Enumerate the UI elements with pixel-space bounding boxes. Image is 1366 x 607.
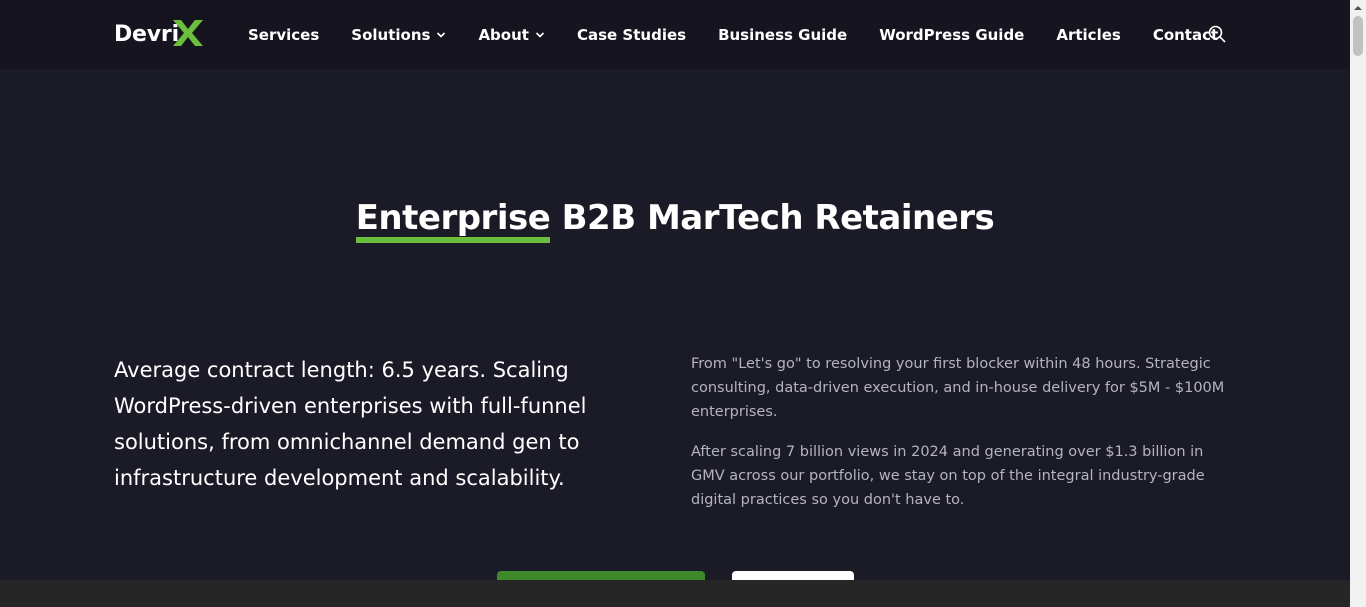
bottom-bar: [0, 580, 1350, 607]
nav-item-solutions[interactable]: Solutions: [335, 0, 462, 69]
nav-item-label: Business Guide: [718, 25, 848, 44]
nav-item-wordpress-guide[interactable]: WordPress Guide: [863, 0, 1040, 69]
title-rest: B2B MarTech Retainers: [561, 198, 995, 238]
nav-item-label: WordPress Guide: [879, 25, 1025, 44]
nav-item-services[interactable]: Services: [232, 0, 335, 69]
main-nav: Services Solutions About Case Studies Bu…: [232, 0, 1234, 69]
description-paragraph: After scaling 7 billion views in 2024 an…: [691, 444, 1205, 508]
title-highlight: Enterprise: [355, 198, 551, 243]
site-header: Devri Services Solutions About Case Stud…: [0, 0, 1350, 69]
logo-x-mark-icon: [172, 20, 203, 46]
nav-item-articles[interactable]: Articles: [1040, 0, 1136, 69]
scrollbar-thumb[interactable]: [1353, 16, 1363, 56]
description-paragraph: From "Let's go" to resolving your first …: [691, 356, 1225, 420]
nav-item-label: About: [478, 25, 529, 44]
scroll-up-arrow-icon[interactable]: [1350, 0, 1366, 16]
nav-item-label: Articles: [1056, 25, 1121, 44]
hero-lead-text: Average contract length: 6.5 years. Scal…: [114, 358, 587, 490]
chevron-down-icon: [535, 31, 545, 38]
logo-text: Devri: [114, 21, 179, 47]
nav-item-label: Case Studies: [576, 25, 687, 44]
devrix-logo[interactable]: Devri: [114, 16, 205, 52]
search-icon[interactable]: [1207, 24, 1227, 44]
page-title: Enterprise B2B MarTech Retainers: [0, 198, 1350, 243]
nav-item-label: Solutions: [351, 25, 431, 44]
nav-item-business-guide[interactable]: Business Guide: [702, 0, 863, 69]
nav-item-case-studies[interactable]: Case Studies: [561, 0, 702, 69]
nav-item-about[interactable]: About: [462, 0, 561, 69]
chevron-down-icon: [437, 31, 446, 38]
hero-description: From "Let's go" to resolving your first …: [691, 352, 1236, 512]
page-scrollbar[interactable]: [1350, 0, 1366, 607]
nav-item-label: Services: [248, 25, 320, 44]
